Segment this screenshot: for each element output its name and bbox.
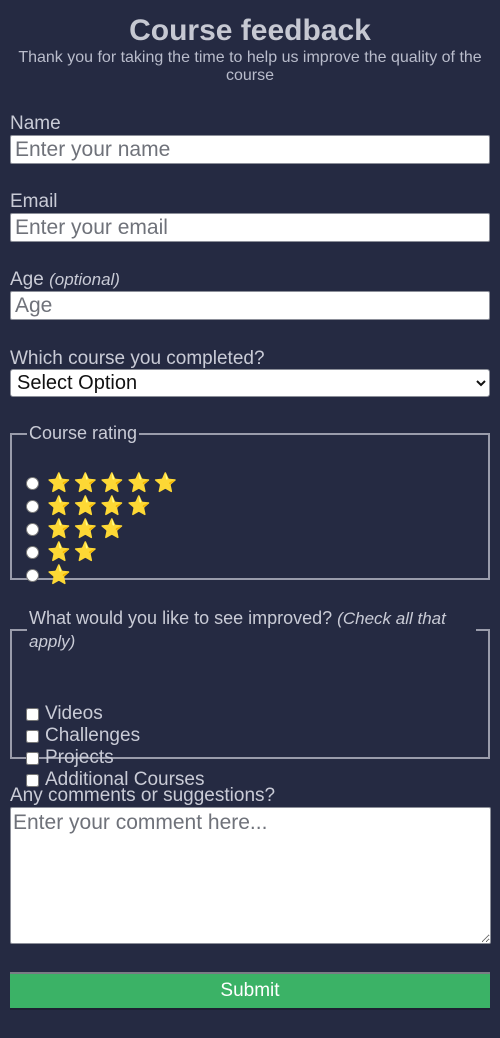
rating-option-4[interactable]: ⭐⭐⭐⭐ xyxy=(26,495,154,517)
rating-radio-1[interactable] xyxy=(26,568,39,582)
improve-option-challenges[interactable]: Challenges xyxy=(26,725,140,747)
improve-option-projects[interactable]: Projects xyxy=(26,747,114,769)
course-select[interactable]: Select Option xyxy=(10,369,490,397)
rating-option-5[interactable]: ⭐⭐⭐⭐⭐ xyxy=(26,472,180,494)
age-label: Age (optional) xyxy=(10,269,120,291)
improvements-legend-text: What would you like to see improved? xyxy=(29,608,333,628)
email-label: Email xyxy=(10,191,58,212)
comments-label: Any comments or suggestions? xyxy=(10,785,276,806)
name-label: Name xyxy=(10,113,61,134)
age-optional-note: (optional) xyxy=(49,270,120,289)
improve-option-label: Projects xyxy=(45,747,114,768)
page-title: Course feedback xyxy=(129,14,371,47)
name-input[interactable] xyxy=(10,135,490,164)
rating-radio-2[interactable] xyxy=(26,545,39,559)
improve-option-videos[interactable]: Videos xyxy=(26,703,103,725)
submit-button[interactable]: Submit xyxy=(10,972,490,1010)
rating-radio-3[interactable] xyxy=(26,522,39,536)
star-icon: ⭐⭐ xyxy=(47,541,101,563)
rating-fieldset: Course rating ⭐⭐⭐⭐⭐ ⭐⭐⭐⭐ ⭐⭐⭐ ⭐⭐ ⭐ xyxy=(10,423,490,586)
rating-option-3[interactable]: ⭐⭐⭐ xyxy=(26,518,127,540)
star-icon: ⭐⭐⭐⭐ xyxy=(47,495,154,517)
improve-checkbox-videos[interactable] xyxy=(26,707,39,721)
page-subtitle: Thank you for taking the time to help us… xyxy=(18,49,482,84)
improvements-fieldset: What would you like to see improved? (Ch… xyxy=(10,607,490,790)
rating-legend: Course rating xyxy=(29,423,138,443)
improve-option-label: Challenges xyxy=(45,725,141,746)
star-icon: ⭐⭐⭐ xyxy=(47,518,127,540)
age-label-text: Age xyxy=(10,269,44,290)
improvements-legend: What would you like to see improved? (Ch… xyxy=(27,607,476,653)
rating-option-1[interactable]: ⭐ xyxy=(26,564,74,586)
improve-checkbox-projects[interactable] xyxy=(26,751,39,765)
rating-radio-5[interactable] xyxy=(26,476,39,490)
email-input[interactable] xyxy=(10,213,490,242)
rating-option-2[interactable]: ⭐⭐ xyxy=(26,541,100,563)
comments-textarea[interactable] xyxy=(10,807,491,944)
rating-radio-4[interactable] xyxy=(26,499,39,513)
age-input[interactable] xyxy=(10,291,490,320)
star-icon: ⭐ xyxy=(47,564,74,586)
improve-option-label: Videos xyxy=(45,703,103,724)
star-icon: ⭐⭐⭐⭐⭐ xyxy=(47,472,181,494)
improve-checkbox-challenges[interactable] xyxy=(26,729,39,743)
course-label: Which course you completed? xyxy=(10,348,265,369)
